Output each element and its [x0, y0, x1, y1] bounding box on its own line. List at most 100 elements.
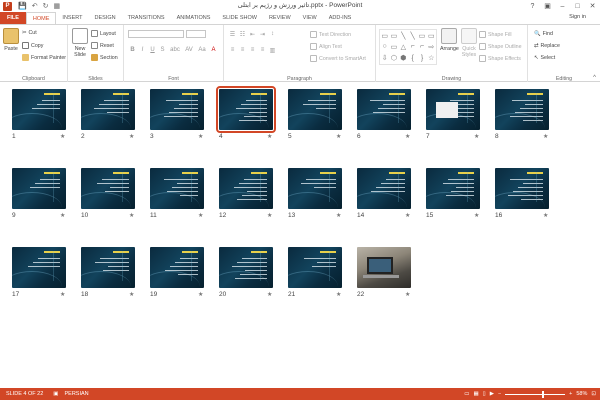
- slide-thumbnail[interactable]: [288, 168, 342, 209]
- layout-button[interactable]: Layout: [91, 30, 116, 37]
- shape-item[interactable]: ⇨: [427, 41, 436, 52]
- zoom-level[interactable]: 58%: [576, 391, 587, 397]
- slide-thumbnail[interactable]: [81, 247, 135, 288]
- transition-star-icon[interactable]: ★: [474, 212, 479, 219]
- tab-transitions[interactable]: TRANSITIONS: [122, 12, 171, 24]
- font-color-button[interactable]: A: [210, 47, 217, 53]
- zoom-slider-thumb[interactable]: [542, 390, 545, 398]
- arrange-button[interactable]: Arrange: [440, 28, 459, 52]
- slide-thumbnail[interactable]: [12, 247, 66, 288]
- shape-item[interactable]: ╲: [399, 30, 408, 41]
- align-left-icon[interactable]: ≡: [229, 47, 236, 54]
- slide-thumbnail[interactable]: [12, 168, 66, 209]
- tab-review[interactable]: REVIEW: [263, 12, 297, 24]
- shape-item[interactable]: ▭: [389, 41, 398, 52]
- transition-star-icon[interactable]: ★: [60, 291, 65, 298]
- format-painter-button[interactable]: Format Painter: [22, 54, 66, 61]
- slide-thumbnail[interactable]: [357, 168, 411, 209]
- maximize-icon[interactable]: □: [570, 0, 585, 12]
- shapes-gallery[interactable]: ▭ ▭ ╲ ╲ ▭ ▭ ○ ▭ △ ⌐ ⌐ ⇨ ⇩ ⬡ ⬢{} ☆: [379, 29, 437, 65]
- slide-thumbnail[interactable]: [357, 89, 411, 130]
- transition-star-icon[interactable]: ★: [474, 133, 479, 140]
- transition-star-icon[interactable]: ★: [336, 133, 341, 140]
- find-button[interactable]: 🔍 Find: [534, 31, 553, 37]
- replace-button[interactable]: ⇄ Replace: [534, 43, 560, 49]
- slide-thumbnail[interactable]: [288, 247, 342, 288]
- new-slide-button[interactable]: New Slide: [72, 28, 88, 58]
- slide-thumbnail[interactable]: [219, 168, 273, 209]
- transition-star-icon[interactable]: ★: [405, 291, 410, 298]
- transition-star-icon[interactable]: ★: [405, 133, 410, 140]
- shape-item[interactable]: ⇩: [380, 53, 389, 64]
- slide-thumbnail[interactable]: [426, 168, 480, 209]
- tab-add-ins[interactable]: ADD-INS: [323, 12, 358, 24]
- slide-thumbnail[interactable]: [216, 86, 276, 133]
- shape-effects-button[interactable]: Shape Effects: [479, 55, 521, 62]
- shape-item[interactable]: {: [408, 53, 417, 64]
- shape-fill-button[interactable]: Shape Fill: [479, 31, 512, 38]
- transition-star-icon[interactable]: ★: [405, 212, 410, 219]
- numbering-icon[interactable]: ☷: [239, 31, 246, 38]
- fit-to-window-icon[interactable]: ⊡: [591, 391, 596, 397]
- help-icon[interactable]: ?: [525, 0, 540, 12]
- select-button[interactable]: ↖ Select: [534, 55, 555, 61]
- shape-item[interactable]: ╲: [408, 30, 417, 41]
- close-icon[interactable]: ✕: [585, 0, 600, 12]
- align-center-icon[interactable]: ≡: [239, 47, 246, 54]
- shadow-button[interactable]: abc: [169, 47, 181, 53]
- collapse-ribbon-icon[interactable]: ^: [593, 75, 596, 81]
- strikethrough-button[interactable]: S: [159, 47, 166, 53]
- tab-design[interactable]: DESIGN: [89, 12, 122, 24]
- shape-item[interactable]: ⬢: [399, 53, 408, 64]
- shape-item[interactable]: ▭: [380, 30, 389, 41]
- shape-item[interactable]: ▭: [427, 30, 436, 41]
- shape-outline-button[interactable]: Shape Outline: [479, 43, 522, 50]
- save-icon[interactable]: 💾: [18, 2, 27, 10]
- normal-view-icon[interactable]: ▭: [464, 391, 469, 397]
- shape-item[interactable]: △: [399, 41, 408, 52]
- transition-star-icon[interactable]: ★: [543, 133, 548, 140]
- cut-button[interactable]: ✂ Cut: [22, 30, 37, 36]
- tab-slide-show[interactable]: SLIDE SHOW: [216, 12, 263, 24]
- shape-item[interactable]: ⌐: [417, 41, 426, 52]
- transition-star-icon[interactable]: ★: [60, 133, 65, 140]
- minimize-icon[interactable]: –: [555, 0, 570, 12]
- align-right-icon[interactable]: ≡: [249, 47, 256, 54]
- align-text-button[interactable]: Align Text: [310, 43, 342, 50]
- start-slideshow-icon[interactable]: ▦: [53, 2, 60, 10]
- reset-button[interactable]: Reset: [91, 42, 114, 49]
- zoom-slider[interactable]: [505, 390, 566, 398]
- convert-smartart-button[interactable]: Convert to SmartArt: [310, 55, 366, 62]
- slide-thumbnail[interactable]: [426, 89, 480, 130]
- font-name-combo[interactable]: [128, 30, 184, 38]
- transition-star-icon[interactable]: ★: [543, 212, 548, 219]
- line-spacing-icon[interactable]: ↕: [269, 31, 276, 38]
- slide-thumbnail[interactable]: [219, 247, 273, 288]
- undo-icon[interactable]: ↶: [32, 2, 38, 10]
- transition-star-icon[interactable]: ★: [129, 133, 134, 140]
- redo-icon[interactable]: ↻: [43, 2, 49, 10]
- quick-styles-button[interactable]: Quick Styles: [461, 28, 477, 58]
- slide-thumbnail[interactable]: [81, 168, 135, 209]
- transition-star-icon[interactable]: ★: [198, 291, 203, 298]
- slide-thumbnail[interactable]: [150, 247, 204, 288]
- shape-item[interactable]: ▭: [389, 30, 398, 41]
- tab-insert[interactable]: INSERT: [56, 12, 88, 24]
- slide-thumbnail[interactable]: [81, 89, 135, 130]
- transition-star-icon[interactable]: ★: [267, 133, 272, 140]
- tab-animations[interactable]: ANIMATIONS: [171, 12, 217, 24]
- slide-thumbnail[interactable]: [12, 89, 66, 130]
- font-size-combo[interactable]: [186, 30, 206, 38]
- paste-button[interactable]: Paste: [3, 28, 19, 52]
- language-indicator[interactable]: PERSIAN: [65, 391, 89, 397]
- zoom-out-icon[interactable]: −: [498, 391, 501, 397]
- reading-view-icon[interactable]: ▯: [483, 391, 486, 397]
- bold-button[interactable]: B: [129, 47, 136, 53]
- sign-in-link[interactable]: Sign in: [569, 14, 586, 20]
- italic-button[interactable]: I: [139, 47, 146, 53]
- slide-thumbnail[interactable]: [495, 168, 549, 209]
- slide-thumbnail[interactable]: [288, 89, 342, 130]
- slide-thumbnail[interactable]: [357, 247, 411, 288]
- justify-icon[interactable]: ≡: [259, 47, 266, 54]
- shape-item[interactable]: ▭: [417, 30, 426, 41]
